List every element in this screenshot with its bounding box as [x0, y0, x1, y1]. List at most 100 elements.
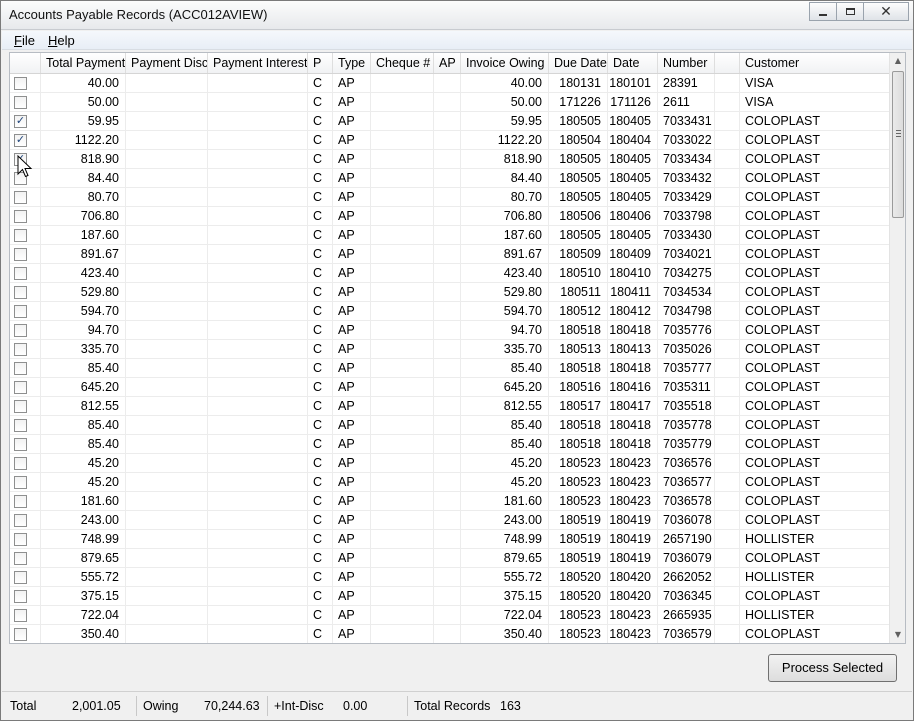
minimize-button[interactable] [809, 2, 837, 21]
row-checkbox[interactable] [14, 229, 27, 242]
row-checkbox[interactable]: ✓ [14, 134, 27, 147]
table-row[interactable]: 80.70 C AP 80.70 180505 180405 7033429 COLOPLAS… [10, 188, 890, 207]
column-header-type[interactable]: Type [333, 53, 371, 73]
table-row[interactable]: 84.40 C AP 84.40 180505 180405 7033432 COLOPLAS… [10, 169, 890, 188]
table-row[interactable]: 45.20 C AP 45.20 180523 180423 7036576 COLOPLAS… [10, 454, 890, 473]
title-bar[interactable]: Accounts Payable Records (ACC012AVIEW) ✕ [1, 1, 913, 30]
row-checkbox[interactable] [14, 362, 27, 375]
cell-due: 180520 [549, 568, 608, 586]
row-checkbox[interactable] [14, 191, 27, 204]
cell-ap [434, 397, 461, 415]
scroll-thumb[interactable] [892, 71, 904, 218]
table-row[interactable]: ✓ 1122.20 C AP 1122.20 180504 180404 7033022 COL… [10, 131, 890, 150]
row-checkbox[interactable] [14, 267, 27, 280]
column-header-owing[interactable]: Invoice Owing [461, 53, 549, 73]
column-header-total[interactable]: Total Payment [41, 53, 126, 73]
table-row[interactable]: 722.04 C AP 722.04 180523 180423 2665935 HOLLIS… [10, 606, 890, 625]
row-checkbox[interactable] [14, 457, 27, 470]
cell-p: C [308, 454, 333, 472]
table-row[interactable]: 350.40 C AP 350.40 180523 180423 7036579 COLOPL… [10, 625, 890, 643]
cell-total: 722.04 [41, 606, 126, 624]
records-grid[interactable]: Total Payment Payment Disc Payment Interes… [9, 52, 906, 644]
row-checkbox[interactable] [14, 248, 27, 261]
row-checkbox[interactable] [14, 533, 27, 546]
column-header-chk[interactable] [10, 53, 41, 73]
row-checkbox[interactable] [14, 286, 27, 299]
maximize-button[interactable] [836, 2, 864, 21]
table-row[interactable]: 594.70 C AP 594.70 180512 180412 7034798 COLOPL… [10, 302, 890, 321]
row-checkbox[interactable] [14, 476, 27, 489]
cell-interest [208, 131, 308, 149]
cell-type: AP [333, 93, 371, 111]
row-checkbox[interactable] [14, 514, 27, 527]
table-row[interactable]: 335.70 C AP 335.70 180513 180413 7035026 COLOPL… [10, 340, 890, 359]
cell-chk [10, 340, 41, 358]
table-row[interactable]: 85.40 C AP 85.40 180518 180418 7035779 COLOPLAS… [10, 435, 890, 454]
table-row[interactable]: 94.70 C AP 94.70 180518 180418 7035776 COLOPLAS… [10, 321, 890, 340]
row-checkbox[interactable] [14, 495, 27, 508]
scroll-down-icon[interactable]: ▼ [890, 627, 905, 643]
table-row[interactable]: 645.20 C AP 645.20 180516 180416 7035311 COLOPL… [10, 378, 890, 397]
row-checkbox[interactable] [14, 400, 27, 413]
row-checkbox[interactable] [14, 609, 27, 622]
cell-chk [10, 530, 41, 548]
table-row[interactable]: ✓ 59.95 C AP 59.95 180505 180405 7033431 COLOPLA… [10, 112, 890, 131]
row-checkbox[interactable] [14, 96, 27, 109]
row-checkbox[interactable] [14, 324, 27, 337]
cell-owing: 85.40 [461, 435, 549, 453]
column-header-interest[interactable]: Payment Interest [208, 53, 308, 73]
row-checkbox[interactable] [14, 381, 27, 394]
cell-due: 180523 [549, 492, 608, 510]
menu-help[interactable]: Help [48, 33, 75, 48]
column-header-p[interactable]: P [308, 53, 333, 73]
row-checkbox[interactable] [14, 590, 27, 603]
column-header-customer[interactable]: Customer [740, 53, 890, 73]
row-checkbox[interactable] [14, 552, 27, 565]
row-checkbox[interactable] [14, 343, 27, 356]
table-row[interactable]: 181.60 C AP 181.60 180523 180423 7036578 COLOPL… [10, 492, 890, 511]
table-row[interactable]: 187.60 C AP 187.60 180505 180405 7033430 COLOPL… [10, 226, 890, 245]
cell-disc [126, 74, 208, 92]
table-row[interactable]: 40.00 C AP 40.00 180131 180101 28391 VISA [10, 74, 890, 93]
table-row[interactable]: 85.40 C AP 85.40 180518 180418 7035777 COLOPLAS… [10, 359, 890, 378]
cell-owing: 1122.20 [461, 131, 549, 149]
table-row[interactable]: 706.80 C AP 706.80 180506 180406 7033798 COLOPL… [10, 207, 890, 226]
table-row[interactable]: 529.80 C AP 529.80 180511 180411 7034534 COLOPL… [10, 283, 890, 302]
row-checkbox[interactable] [14, 571, 27, 584]
table-row[interactable]: 423.40 C AP 423.40 180510 180410 7034275 COLOPL… [10, 264, 890, 283]
row-checkbox[interactable] [14, 210, 27, 223]
scroll-up-icon[interactable]: ▲ [890, 53, 905, 69]
table-row[interactable]: 879.65 C AP 879.65 180519 180419 7036079 COLOPL… [10, 549, 890, 568]
table-row[interactable]: ✓818.90CAP818.901805051804057033434COLOP… [10, 150, 890, 169]
row-checkbox[interactable] [14, 77, 27, 90]
row-checkbox[interactable] [14, 438, 27, 451]
column-header-cheque[interactable]: Cheque # [371, 53, 434, 73]
column-header-number[interactable]: Number [658, 53, 715, 73]
process-selected-button[interactable]: Process Selected [768, 654, 897, 682]
column-header-ap[interactable]: AP [434, 53, 461, 73]
vertical-scrollbar[interactable]: ▲ ▼ [889, 53, 905, 643]
column-header-date[interactable]: Date [608, 53, 658, 73]
column-header-disc[interactable]: Payment Disc [126, 53, 208, 73]
table-row[interactable]: 555.72 C AP 555.72 180520 180420 2662052 HOLLIS… [10, 568, 890, 587]
table-row[interactable]: 45.20 C AP 45.20 180523 180423 7036577 COLOPLAS… [10, 473, 890, 492]
table-row[interactable]: 243.00 C AP 243.00 180519 180419 7036078 COLOPL… [10, 511, 890, 530]
table-row[interactable]: 748.99 C AP 748.99 180519 180419 2657190 HOLLIS… [10, 530, 890, 549]
table-row[interactable]: 85.40 C AP 85.40 180518 180418 7035778 COLOPLAS… [10, 416, 890, 435]
row-checkbox[interactable] [14, 419, 27, 432]
menu-file[interactable]: File [14, 33, 35, 48]
cell-p: C [308, 264, 333, 282]
row-checkbox[interactable]: ✓ [14, 115, 27, 128]
cell-number: 2611 [658, 93, 715, 111]
column-header-due[interactable]: Due Date [549, 53, 608, 73]
table-row[interactable]: 812.55 C AP 812.55 180517 180417 7035518 COLOPL… [10, 397, 890, 416]
row-checkbox[interactable] [14, 305, 27, 318]
table-row[interactable]: 50.00 C AP 50.00 171226 171126 2611 VISA [10, 93, 890, 112]
close-button[interactable]: ✕ [863, 2, 909, 21]
cell-p: C [308, 435, 333, 453]
table-row[interactable]: 891.67 C AP 891.67 180509 180409 7034021 COLOPL… [10, 245, 890, 264]
cell-blank [715, 416, 740, 434]
table-row[interactable]: 375.15 C AP 375.15 180520 180420 7036345 COLOPL… [10, 587, 890, 606]
row-checkbox[interactable] [14, 628, 27, 641]
column-header-blank[interactable] [715, 53, 740, 73]
